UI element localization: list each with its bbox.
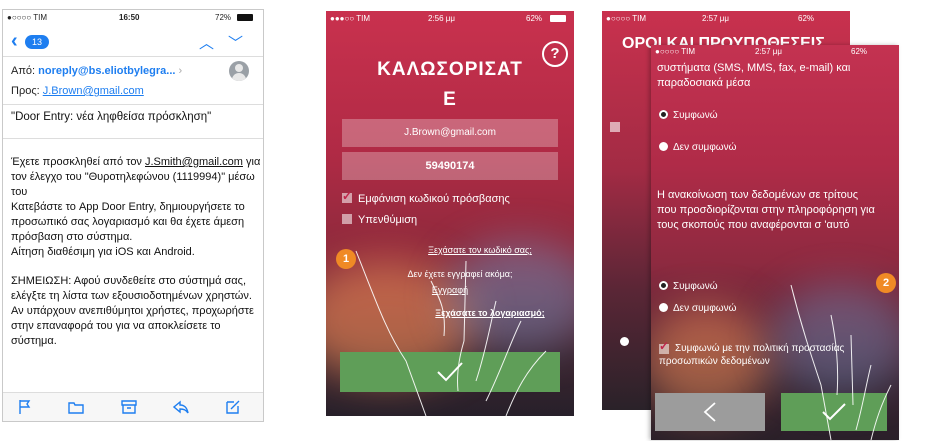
email-field[interactable]: J.Brown@gmail.com	[342, 119, 558, 147]
help-button[interactable]: ?	[542, 41, 568, 67]
disagree-radio-2[interactable]: Δεν συμφωνώ	[659, 303, 736, 314]
status-bar: ●○○○○ TIM 16:50 72%	[3, 10, 263, 26]
remember-label: Υπενθύμιση	[358, 214, 418, 226]
avatar	[229, 61, 249, 81]
recipient-address[interactable]: J.Brown@gmail.com	[43, 85, 144, 97]
battery-icon	[550, 15, 566, 22]
body-text: Αν υπάρχουν ανεπιθύμητοι χρήστες, προχωρ…	[11, 305, 254, 347]
carrier-label: ●○○○○ TIM	[655, 47, 696, 56]
folder-icon[interactable]	[68, 399, 84, 415]
carrier-label: ●○○○○ TIM	[606, 14, 647, 23]
mail-phone-screen: ●○○○○ TIM 16:50 72% ‹ 13 ︿ ﹀ Από: norepl…	[2, 9, 264, 422]
battery-label: 72%	[215, 13, 232, 22]
pointing-hand-icon	[355, 250, 547, 416]
checkbox-checked-icon[interactable]	[342, 189, 352, 203]
radio-icon[interactable]	[659, 303, 668, 312]
divider	[3, 138, 263, 139]
body-text: Κατεβάστε το App Door Entry, δημιουργήσε…	[11, 201, 245, 243]
login-phone-screen: ●●●○○ TIM 2:56 μμ 62% ΚΑΛΩΣΟΡΙΣΑΤ Ε ? J.…	[326, 11, 574, 416]
show-password-label: Εμφάνιση κωδικού πρόσβασης	[358, 193, 510, 205]
clock-label: 16:50	[119, 13, 140, 22]
checkbox-checked-icon[interactable]	[659, 340, 669, 354]
sender-address[interactable]: noreply@bs.eliotbylegra...	[38, 65, 175, 77]
status-bar: ●○○○○ TIM 2:57 μμ 62%	[602, 11, 850, 27]
sender-row: Από: noreply@bs.eliotbylegra... ›	[11, 65, 182, 77]
inviter-link[interactable]: J.Smith@gmail.com	[145, 156, 243, 168]
mail-body: Έχετε προσκληθεί από τον J.Smith@gmail.c…	[11, 155, 261, 363]
welcome-title: ΚΑΛΩΣΟΡΙΣΑΤ Ε	[326, 55, 574, 115]
status-bar: ●○○○○ TIM 2:57 μμ 62%	[651, 45, 899, 59]
radio-selected-icon[interactable]	[659, 281, 668, 290]
disclosure-text: Η ανακοίνωση των δεδομένων σε τρίτους πο…	[657, 189, 875, 231]
clock-label: 2:57 μμ	[702, 14, 730, 23]
welcome-line: ΚΑΛΩΣΟΡΙΣΑΤ	[377, 59, 523, 80]
disagree-radio-1[interactable]: Δεν συμφωνώ	[659, 142, 736, 153]
code-field[interactable]: 59490174	[342, 152, 558, 180]
chevron-left-icon	[703, 402, 716, 422]
remember-checkbox-row[interactable]: Υπενθύμιση	[342, 214, 417, 226]
disagree-label: Δεν συμφωνώ	[673, 303, 737, 314]
archive-icon[interactable]	[121, 399, 137, 415]
agree-label: Συμφωνώ	[673, 110, 718, 121]
agree-radio-1[interactable]: Συμφωνώ	[659, 110, 718, 121]
reply-icon[interactable]	[173, 399, 189, 415]
disagree-label: Δεν συμφωνώ	[673, 142, 737, 153]
from-label: Από:	[11, 65, 36, 77]
mail-nav-bar: ‹ 13 ︿ ﹀	[3, 26, 263, 57]
status-bar: ●●●○○ TIM 2:56 μμ 62%	[326, 11, 574, 27]
compose-icon[interactable]	[225, 399, 241, 415]
carrier-label: ●●●○○ TIM	[330, 14, 371, 23]
welcome-line: Ε	[443, 89, 457, 110]
body-text: ΣΗΜΕΙΩΣΗ: Αφού συνδεθείτε στο σύστημά σα…	[11, 275, 252, 302]
back-chevron-icon[interactable]: ‹	[11, 30, 18, 53]
flag-icon[interactable]	[17, 399, 33, 415]
battery-label: 62%	[851, 47, 868, 56]
to-label: Προς:	[11, 85, 40, 97]
mail-toolbar	[3, 392, 263, 421]
checkbox-icon	[610, 122, 620, 132]
radio-icon	[620, 337, 629, 346]
agree-label: Συμφωνώ	[673, 281, 718, 292]
battery-label: 62%	[526, 14, 543, 23]
terms-intro-text: συστήματα (SMS, MMS, fax, e-mail) και πα…	[657, 62, 851, 89]
clock-label: 2:57 μμ	[755, 47, 783, 56]
show-password-checkbox-row[interactable]: Εμφάνιση κωδικού πρόσβασης	[342, 189, 510, 205]
inbox-count-badge[interactable]: 13	[25, 35, 49, 49]
body-text: Αίτηση διαθέσιμη για iOS και Android.	[11, 246, 195, 258]
pointing-hand-icon	[790, 285, 892, 440]
checkbox-icon[interactable]	[342, 214, 352, 224]
terms-phone-front: ●○○○○ TIM 2:57 μμ 62% συστήματα (SMS, MM…	[651, 45, 899, 440]
battery-icon	[237, 14, 253, 21]
radio-icon[interactable]	[659, 142, 668, 151]
body-text: Έχετε προσκληθεί από τον	[11, 156, 145, 168]
chevron-up-icon[interactable]: ︿	[199, 32, 214, 53]
battery-label: 62%	[798, 14, 815, 23]
carrier-label: ●○○○○ TIM	[7, 13, 48, 22]
back-button[interactable]	[655, 393, 765, 431]
recipient-row: Προς: J.Brown@gmail.com	[11, 85, 144, 97]
radio-selected-icon[interactable]	[659, 110, 668, 119]
chevron-right-icon: ›	[178, 65, 183, 77]
chevron-down-icon[interactable]: ﹀	[228, 32, 243, 53]
mail-subject: "Door Entry: νέα ληφθείσα πρόσκληση"	[11, 111, 212, 123]
divider	[3, 104, 263, 105]
agree-radio-2[interactable]: Συμφωνώ	[659, 281, 718, 292]
clock-label: 2:56 μμ	[428, 14, 456, 23]
